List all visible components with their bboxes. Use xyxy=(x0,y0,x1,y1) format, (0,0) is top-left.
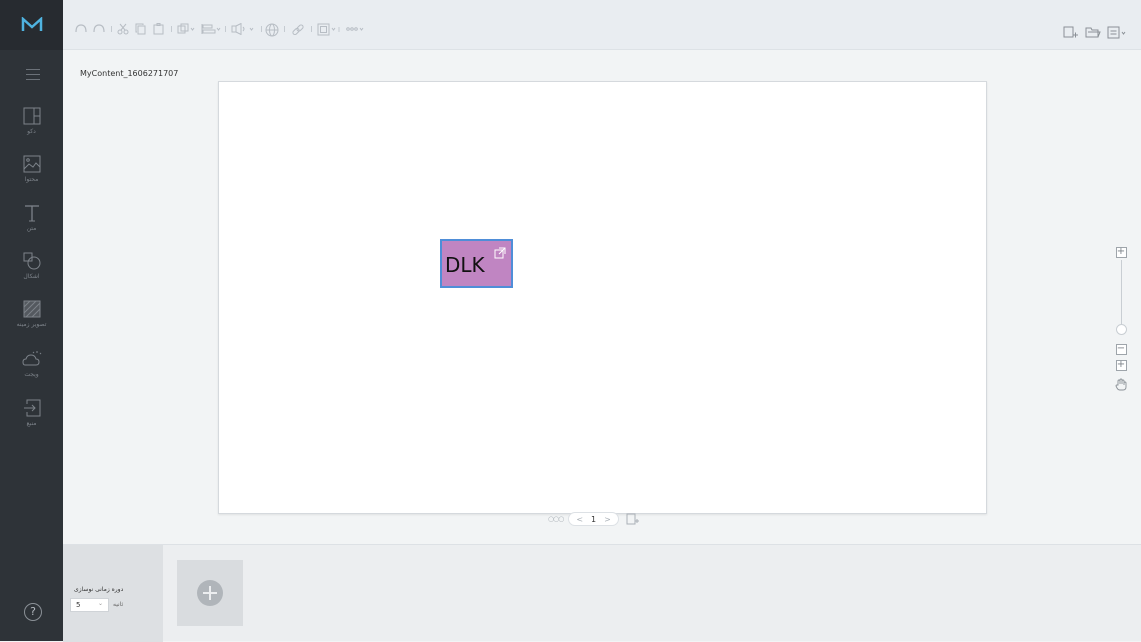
sidebar-item-label: ویجت xyxy=(24,371,39,378)
sidebar-item-content[interactable]: محتوا xyxy=(0,155,63,183)
sidebar-item-label: منبع xyxy=(26,420,37,427)
left-sidebar: دکو محتوا متن اشکال تصویر زمینه ویجت منب… xyxy=(0,0,63,641)
add-page-icon[interactable] xyxy=(626,510,640,529)
new-content-icon[interactable] xyxy=(1063,24,1079,43)
zoom-out-button[interactable]: − xyxy=(1115,344,1127,355)
weather-widget-icon xyxy=(21,351,41,366)
m-logo-icon xyxy=(21,17,42,31)
toolbar-divider xyxy=(111,26,112,32)
current-page-number: 1 xyxy=(591,514,597,524)
fit-to-screen-button[interactable]: + xyxy=(1115,360,1127,371)
web-icon[interactable] xyxy=(265,23,279,37)
chevron-down-icon: ⌄ xyxy=(97,600,103,607)
page-list-icon[interactable]: ○○○ xyxy=(548,515,564,523)
refresh-duration-label: دوره زمانی نوسازی xyxy=(74,586,124,593)
workspace: MyContent_1606271707 DLK ○○○ < 1 > + − + xyxy=(63,50,1141,544)
sidebar-item-shapes[interactable]: اشکال xyxy=(0,252,63,280)
link-icon[interactable] xyxy=(291,23,305,37)
shapes-icon xyxy=(23,252,40,270)
help-button[interactable]: ? xyxy=(24,603,42,621)
zoom-in-button[interactable]: + xyxy=(1115,247,1127,258)
paste-icon[interactable] xyxy=(153,23,165,35)
page-navigator: ○○○ < 1 > xyxy=(548,512,640,526)
top-toolbar xyxy=(63,0,1141,50)
frame-icon[interactable] xyxy=(317,23,343,36)
open-folder-icon[interactable] xyxy=(1085,24,1101,43)
image-icon xyxy=(23,155,40,173)
audio-icon[interactable] xyxy=(231,23,257,35)
cut-icon[interactable] xyxy=(117,23,129,35)
dlk-element[interactable]: DLK xyxy=(440,239,513,288)
sidebar-item-label: تصویر زمینه xyxy=(16,321,47,328)
toolbar-divider xyxy=(225,26,226,32)
toolbar-divider xyxy=(284,26,285,32)
zoom-control: + − + xyxy=(1114,247,1128,395)
toolbar-divider xyxy=(311,26,312,32)
refresh-duration-select[interactable]: 5 ⌄ xyxy=(70,598,109,612)
more-icon[interactable] xyxy=(345,23,365,35)
sidebar-item-text[interactable]: متن xyxy=(0,204,63,232)
external-link-icon[interactable] xyxy=(494,244,506,263)
sidebar-item-deco[interactable]: دکو xyxy=(0,107,63,135)
toolbar-divider xyxy=(261,26,262,32)
add-slide-button[interactable] xyxy=(177,560,243,626)
sidebar-item-background[interactable]: تصویر زمینه xyxy=(0,300,63,328)
text-icon xyxy=(24,205,39,222)
menu-icon[interactable] xyxy=(26,69,40,80)
undo-icon[interactable] xyxy=(75,23,87,33)
sidebar-item-label: متن xyxy=(26,225,37,232)
layout-icon xyxy=(23,107,40,125)
zoom-slider-handle[interactable] xyxy=(1115,324,1127,335)
sidebar-item-widget[interactable]: ویجت xyxy=(0,350,63,378)
next-page-button[interactable]: > xyxy=(601,515,614,524)
zoom-slider[interactable] xyxy=(1115,260,1127,335)
app-logo[interactable] xyxy=(0,0,63,50)
background-pattern-icon xyxy=(23,300,40,318)
toolbar-divider xyxy=(171,26,172,32)
sidebar-item-label: دکو xyxy=(27,128,36,135)
plus-icon xyxy=(197,580,223,606)
save-icon[interactable] xyxy=(1107,24,1127,43)
page-stepper: < 1 > xyxy=(568,512,619,526)
sidebar-item-source[interactable]: منبع xyxy=(0,399,63,427)
refresh-duration-unit: ثانیه xyxy=(113,601,124,608)
refresh-duration-panel: دوره زمانی نوسازی 5 ⌄ ثانیه xyxy=(63,545,163,642)
source-import-icon xyxy=(23,399,40,417)
dlk-element-text: DLK xyxy=(445,253,485,277)
sidebar-item-label: محتوا xyxy=(24,176,39,183)
align-icon[interactable] xyxy=(201,23,221,35)
pan-hand-icon[interactable] xyxy=(1114,376,1128,395)
slide-canvas[interactable]: DLK xyxy=(218,81,987,514)
prev-page-button[interactable]: < xyxy=(573,515,586,524)
bottom-panel: دوره زمانی نوسازی 5 ⌄ ثانیه xyxy=(63,544,1141,642)
content-name[interactable]: MyContent_1606271707 xyxy=(80,69,178,78)
refresh-duration-value: 5 xyxy=(76,601,81,609)
arrange-icon[interactable] xyxy=(177,23,195,35)
redo-icon[interactable] xyxy=(93,23,105,33)
copy-icon[interactable] xyxy=(135,23,147,35)
sidebar-item-label: اشکال xyxy=(23,273,40,280)
